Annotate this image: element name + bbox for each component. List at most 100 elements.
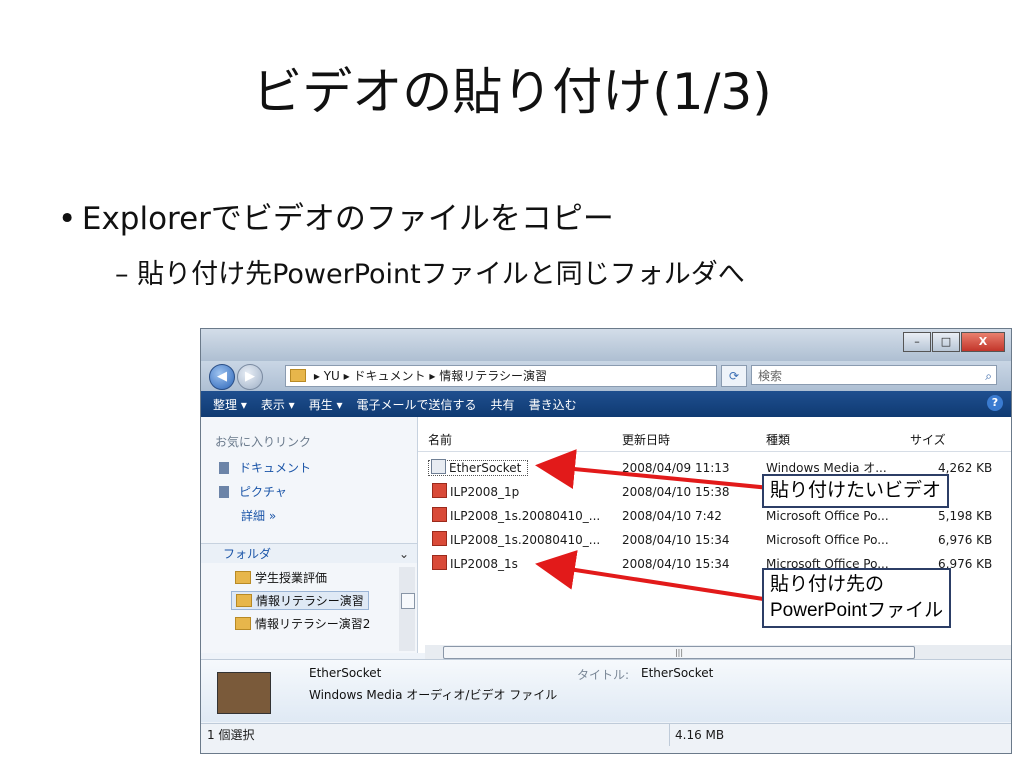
breadcrumb-yu[interactable]: YU <box>324 369 340 383</box>
slide-title: ビデオの貼り付け(1/3) <box>252 63 772 121</box>
folder-scrollbar[interactable] <box>399 567 415 651</box>
tree-item-label: 情報リテラシー演習2 <box>255 617 371 631</box>
status-size: 4.16 MB <box>675 728 725 742</box>
search-placeholder: 検索 <box>758 369 783 383</box>
navigation-pane: お気に入りリンク ドキュメント ピクチャ 詳細 » フォルダ ⌄ 学生授業評価 情… <box>201 417 418 653</box>
file-name: ILP2008_1s.20080410_... <box>450 533 601 547</box>
document-icon <box>219 462 229 474</box>
refresh-icon[interactable]: ⟳ <box>721 365 747 387</box>
picture-icon <box>219 486 229 498</box>
status-bar: 1 個選択 4.16 MB <box>201 723 1011 753</box>
details-file-name: EtherSocket <box>309 666 382 680</box>
file-size: 6,976 KB <box>938 533 993 547</box>
scroll-thumb[interactable] <box>401 593 415 609</box>
search-icon[interactable]: ⌕ <box>985 366 992 386</box>
tree-item-label: 学生授業評価 <box>255 571 328 585</box>
callout-destination-line2: PowerPointファイル <box>770 600 944 621</box>
title-bar: – □ X <box>201 329 1011 361</box>
file-date: 2008/04/10 15:34 <box>622 557 730 571</box>
share-button[interactable]: 共有 <box>491 396 515 413</box>
search-input[interactable]: 検索 ⌕ <box>751 365 997 385</box>
address-row: ◀ ▶ ▸ YU ▸ ドキュメント ▸ 情報リテラシー演習 ⟳ 検索 ⌕ <box>201 361 1011 391</box>
bullet-level1-text: Explorerでビデオのファイルをコピー <box>81 201 614 237</box>
bullet-level2: – 貼り付け先PowerPointファイルと同じフォルダへ <box>115 259 745 290</box>
close-button[interactable]: X <box>961 332 1005 352</box>
command-bar: 整理 ▾ 表示 ▾ 再生 ▾ 電子メールで送信する 共有 書き込む ? <box>201 391 1011 417</box>
email-button[interactable]: 電子メールで送信する <box>357 396 477 413</box>
powerpoint-file-icon <box>432 531 447 546</box>
column-type[interactable]: 種類 <box>766 429 790 451</box>
file-name: ILP2008_1s <box>450 557 518 571</box>
table-row[interactable]: ILP2008_1s.20080410_... 2008/04/10 7:42 … <box>418 505 1011 527</box>
forward-button[interactable]: ▶ <box>237 364 263 390</box>
file-type: Microsoft Office Po... <box>766 509 889 523</box>
burn-button[interactable]: 書き込む <box>529 396 577 413</box>
callout-destination-line1: 貼り付け先の <box>770 574 885 595</box>
details-pane: EtherSocket Windows Media オーディオ/ビデオ ファイル… <box>201 659 1011 722</box>
column-date[interactable]: 更新日時 <box>622 429 670 451</box>
horizontal-scrollbar[interactable]: ||| <box>425 645 1011 659</box>
callout-video: 貼り付けたいビデオ <box>762 474 950 508</box>
breadcrumb-documents[interactable]: ドキュメント <box>354 369 426 383</box>
folder-icon <box>236 594 252 607</box>
nav-link-pictures[interactable]: ピクチャ <box>219 483 287 500</box>
more-details-link[interactable]: 詳細 » <box>241 507 276 524</box>
views-button[interactable]: 表示 ▾ <box>261 396 295 413</box>
file-name: EtherSocket <box>449 461 522 475</box>
file-date: 2008/04/10 15:38 <box>622 485 730 499</box>
column-size[interactable]: サイズ <box>910 429 946 451</box>
play-button[interactable]: 再生 ▾ <box>309 396 343 413</box>
bullet-level1: • Explorerでビデオのファイルをコピー <box>58 193 614 238</box>
breadcrumb-current[interactable]: 情報リテラシー演習 <box>439 369 547 383</box>
file-name-box: EtherSocket <box>428 459 529 476</box>
address-bar[interactable]: ▸ YU ▸ ドキュメント ▸ 情報リテラシー演習 <box>285 365 717 387</box>
callout-destination: 貼り付け先の PowerPointファイル <box>762 568 952 628</box>
chevron-down-icon: ⌄ <box>398 547 409 561</box>
back-button[interactable]: ◀ <box>209 364 235 390</box>
folders-label: フォルダ <box>223 547 272 561</box>
organize-button[interactable]: 整理 ▾ <box>213 396 247 413</box>
nav-link-label: ドキュメント <box>239 461 312 475</box>
video-file-icon <box>431 459 446 474</box>
folder-icon <box>235 617 251 630</box>
bullet-dot: • <box>58 201 77 237</box>
folder-icon <box>235 571 251 584</box>
details-title-value[interactable]: EtherSocket <box>641 666 713 680</box>
window-controls: – □ X <box>902 332 1005 352</box>
explorer-window: – □ X ◀ ▶ ▸ YU ▸ ドキュメント ▸ 情報リテラシー演習 ⟳ 検索… <box>200 328 1012 754</box>
file-date: 2008/04/10 7:42 <box>622 509 722 523</box>
powerpoint-file-icon <box>432 507 447 522</box>
status-selected: 1 個選択 <box>207 728 255 742</box>
file-type: Microsoft Office Po... <box>766 533 889 547</box>
tree-item-selected[interactable]: 情報リテラシー演習 <box>231 591 369 610</box>
powerpoint-file-icon <box>432 483 447 498</box>
details-title-label: タイトル: <box>577 668 630 682</box>
folder-icon <box>290 369 306 382</box>
address-sep-icon: ▸ <box>343 369 350 383</box>
tree-item[interactable]: 情報リテラシー演習2 <box>231 615 370 632</box>
address-sep-icon: ▸ <box>429 369 436 383</box>
table-row[interactable]: ILP2008_1s.20080410_... 2008/04/10 15:34… <box>418 529 1011 551</box>
folders-header[interactable]: フォルダ ⌄ <box>201 543 417 563</box>
scroll-thumb[interactable]: ||| <box>443 646 915 659</box>
video-thumbnail <box>217 672 271 714</box>
nav-link-documents[interactable]: ドキュメント <box>219 459 311 476</box>
favorites-header: お気に入りリンク <box>215 435 312 449</box>
file-size: 5,198 KB <box>938 509 993 523</box>
column-name[interactable]: 名前 <box>428 429 452 451</box>
tree-item[interactable]: 学生授業評価 <box>231 569 327 586</box>
file-date: 2008/04/09 11:13 <box>622 461 730 475</box>
nav-link-label: ピクチャ <box>239 485 287 499</box>
file-name: ILP2008_1s.20080410_... <box>450 509 601 523</box>
address-sep-icon: ▸ <box>313 369 320 383</box>
powerpoint-file-icon <box>432 555 447 570</box>
tree-item-label: 情報リテラシー演習 <box>256 594 364 608</box>
minimize-button[interactable]: – <box>903 332 931 352</box>
status-divider <box>669 724 670 746</box>
maximize-button[interactable]: □ <box>932 332 960 352</box>
details-file-type: Windows Media オーディオ/ビデオ ファイル <box>309 688 558 702</box>
file-date: 2008/04/10 15:34 <box>622 533 730 547</box>
file-name: ILP2008_1p <box>450 485 520 499</box>
header-divider <box>418 451 1011 452</box>
help-icon[interactable]: ? <box>987 395 1003 411</box>
